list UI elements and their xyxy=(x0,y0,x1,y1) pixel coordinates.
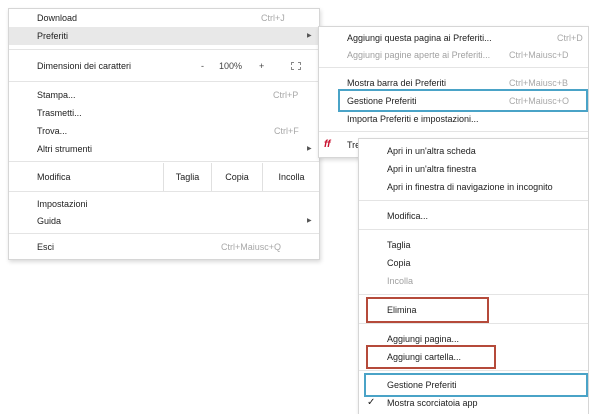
menu-item-download-shortcut: Ctrl+J xyxy=(261,13,285,23)
menu-divider xyxy=(9,191,319,192)
menu-item-altri-strumenti[interactable]: Altri strumenti ▶ xyxy=(9,140,319,158)
add-page-label: Aggiungi pagina... xyxy=(387,334,460,344)
menu-item-impostazioni[interactable]: Impostazioni xyxy=(9,195,319,213)
menu-item-trova[interactable]: Trova... Ctrl+F xyxy=(9,122,319,140)
menu-divider xyxy=(359,200,588,201)
submenu-arrow-icon: ▶ xyxy=(307,33,312,39)
menu-item-stampa-label: Stampa... xyxy=(37,90,76,100)
menu-item-guida[interactable]: Guida ▶ xyxy=(9,212,319,230)
paste-button[interactable]: Incolla xyxy=(263,167,320,187)
paste-label: Incolla xyxy=(387,276,414,286)
add-folder-label: Aggiungi cartella... xyxy=(387,352,462,362)
menu-item-trova-shortcut: Ctrl+F xyxy=(274,126,299,136)
chrome-main-menu: Download Ctrl+J Preferiti ▶ Dimensioni d… xyxy=(8,8,320,260)
trenitalia-logo-icon: ff xyxy=(324,139,331,150)
copy-item[interactable]: Copia xyxy=(359,254,588,272)
menu-item-preferiti-label: Preferiti xyxy=(37,31,69,41)
edit-row-label: Modifica xyxy=(37,172,71,182)
menu-item-trasmetti[interactable]: Trasmetti... xyxy=(9,104,319,122)
menu-item-trova-label: Trova... xyxy=(37,126,68,136)
menu-item-stampa-shortcut: Ctrl+P xyxy=(273,90,299,100)
menu-item-esci-shortcut: Ctrl+Maiusc+Q xyxy=(221,242,282,252)
menu-divider xyxy=(9,81,319,82)
menu-divider xyxy=(9,233,319,234)
submenu-arrow-icon: ▶ xyxy=(307,218,312,224)
menu-item-impostazioni-label: Impostazioni xyxy=(37,199,88,209)
delete-item[interactable]: Elimina xyxy=(359,301,588,319)
show-app-shortcut-item[interactable]: ✓ Mostra scorciatoia app xyxy=(359,394,588,412)
import-bookmarks-label: Importa Preferiti e impostazioni... xyxy=(347,114,479,124)
open-incognito-label: Apri in finestra di navigazione in incog… xyxy=(387,182,553,192)
cut-button[interactable]: Taglia xyxy=(164,167,211,187)
menu-item-trasmetti-label: Trasmetti... xyxy=(37,108,82,118)
add-page-item[interactable]: Aggiungi pagina... xyxy=(359,330,588,348)
delete-label: Elimina xyxy=(387,305,417,315)
open-new-window-label: Apri in un'altra finestra xyxy=(387,164,477,174)
cut-item[interactable]: Taglia xyxy=(359,236,588,254)
menu-item-esci-label: Esci xyxy=(37,242,55,252)
menu-divider xyxy=(359,370,588,371)
menu-item-stampa[interactable]: Stampa... Ctrl+P xyxy=(9,86,319,104)
manage-bookmarks-item[interactable]: Gestione Preferiti Ctrl+Maiusc+O xyxy=(319,92,588,110)
show-app-shortcut-label: Mostra scorciatoia app xyxy=(387,398,478,408)
cut-label: Taglia xyxy=(387,240,411,250)
add-open-pages-shortcut: Ctrl+Maiusc+D xyxy=(509,50,569,60)
zoom-level: 100% xyxy=(219,61,243,71)
copy-label: Copia xyxy=(387,258,411,268)
add-bookmark-item[interactable]: Aggiungi questa pagina ai Preferiti... C… xyxy=(319,29,588,47)
add-bookmark-shortcut: Ctrl+D xyxy=(557,33,583,43)
add-bookmark-label: Aggiungi questa pagina ai Preferiti... xyxy=(347,33,492,43)
checkmark-icon: ✓ xyxy=(367,397,376,408)
menu-item-font-size: Dimensioni dei caratteri - 100% + xyxy=(9,57,319,75)
menu-divider xyxy=(319,67,588,68)
zoom-in-button[interactable]: + xyxy=(259,57,264,75)
menu-item-modifica: Modifica Taglia Copia Incolla xyxy=(9,163,320,191)
show-bookmarks-bar-label: Mostra barra dei Preferiti xyxy=(347,78,447,88)
add-open-pages-label: Aggiungi pagine aperte ai Preferiti... xyxy=(347,50,491,60)
edit-bookmark-label: Modifica... xyxy=(387,211,429,221)
menu-item-download-label: Download xyxy=(37,13,78,23)
add-open-pages-item[interactable]: Aggiungi pagine aperte ai Preferiti... C… xyxy=(319,46,588,64)
import-bookmarks-item[interactable]: Importa Preferiti e impostazioni... xyxy=(319,110,588,128)
font-size-label: Dimensioni dei caratteri xyxy=(37,61,132,71)
menu-divider xyxy=(359,323,588,324)
manage-bookmarks-context-item[interactable]: Gestione Preferiti xyxy=(359,376,588,394)
menu-item-esci[interactable]: Esci Ctrl+Maiusc+Q xyxy=(9,238,319,256)
edit-bookmark-item[interactable]: Modifica... xyxy=(359,207,588,225)
menu-divider xyxy=(359,229,588,230)
bookmark-context-menu: Apri in un'altra scheda Apri in un'altra… xyxy=(358,138,589,414)
menu-item-altri-strumenti-label: Altri strumenti xyxy=(37,144,93,154)
menu-divider xyxy=(319,131,588,132)
show-bookmarks-bar-item[interactable]: Mostra barra dei Preferiti Ctrl+Maiusc+B xyxy=(319,74,588,92)
open-incognito-item[interactable]: Apri in finestra di navigazione in incog… xyxy=(359,178,588,196)
fullscreen-icon[interactable] xyxy=(291,62,301,70)
manage-bookmarks-label: Gestione Preferiti xyxy=(347,96,417,106)
menu-item-download[interactable]: Download Ctrl+J xyxy=(9,9,319,27)
manage-bookmarks-context-label: Gestione Preferiti xyxy=(387,380,457,390)
zoom-out-button[interactable]: - xyxy=(201,57,204,75)
menu-item-preferiti[interactable]: Preferiti ▶ xyxy=(9,27,319,45)
paste-item[interactable]: Incolla xyxy=(359,272,588,290)
open-new-tab-item[interactable]: Apri in un'altra scheda xyxy=(359,142,588,160)
menu-divider xyxy=(359,294,588,295)
show-bookmarks-bar-shortcut: Ctrl+Maiusc+B xyxy=(509,78,569,88)
open-new-tab-label: Apri in un'altra scheda xyxy=(387,146,476,156)
menu-item-guida-label: Guida xyxy=(37,216,62,226)
manage-bookmarks-shortcut: Ctrl+Maiusc+O xyxy=(509,96,570,106)
open-new-window-item[interactable]: Apri in un'altra finestra xyxy=(359,160,588,178)
menu-divider xyxy=(9,49,319,50)
menu-divider xyxy=(9,161,319,162)
submenu-arrow-icon: ▶ xyxy=(307,146,312,152)
copy-button[interactable]: Copia xyxy=(212,167,262,187)
add-folder-item[interactable]: Aggiungi cartella... xyxy=(359,348,588,366)
